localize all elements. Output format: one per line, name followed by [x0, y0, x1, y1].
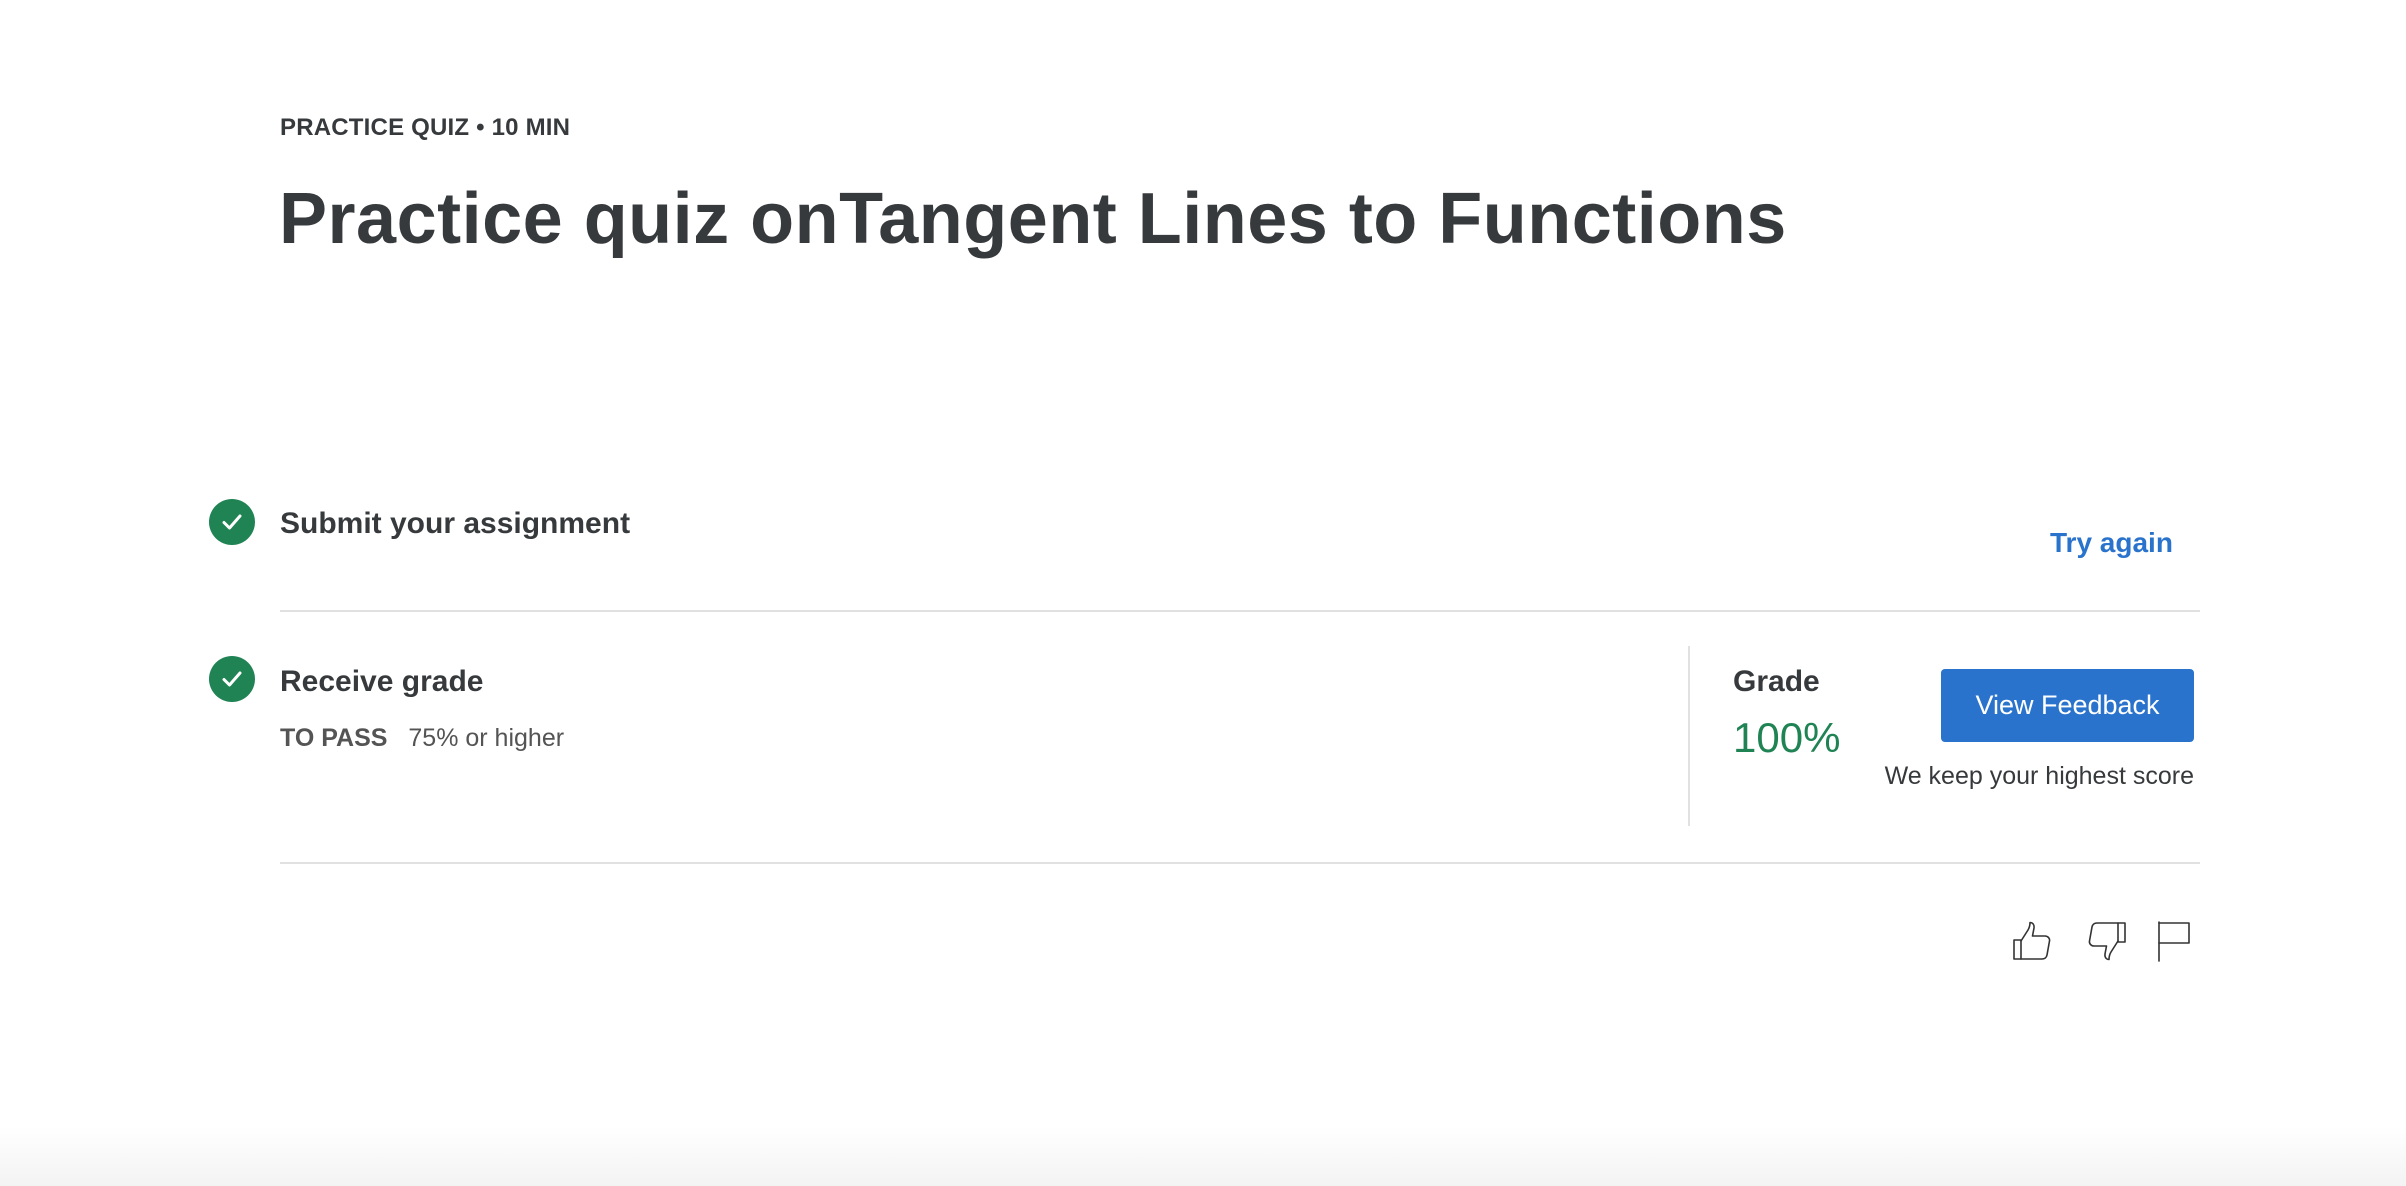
bottom-fade — [0, 1126, 2406, 1186]
pass-requirement: TO PASS 75% or higher — [280, 724, 564, 753]
quiz-eyebrow: PRACTICE QUIZ • 10 MIN — [280, 114, 571, 141]
flag-icon[interactable] — [2151, 918, 2197, 964]
thumbs-down-icon[interactable] — [2084, 918, 2130, 964]
checkmark-icon — [222, 514, 242, 530]
try-again-link[interactable]: Try again — [2050, 527, 2173, 559]
view-feedback-button[interactable]: View Feedback — [1941, 669, 2194, 742]
receive-grade-title: Receive grade — [280, 665, 484, 698]
checkmark-icon — [222, 671, 242, 687]
check-circle-icon — [209, 656, 255, 702]
thumbs-up-icon[interactable] — [2009, 918, 2055, 964]
highest-score-note: We keep your highest score — [1884, 762, 2194, 790]
submit-assignment-title: Submit your assignment — [280, 507, 631, 540]
pass-label: TO PASS — [280, 724, 388, 752]
section-divider — [280, 610, 2200, 612]
page-title: Practice quiz onTangent Lines to Functio… — [279, 179, 1787, 259]
check-circle-icon — [209, 499, 255, 545]
pass-value: 75% or higher — [408, 724, 565, 752]
grade-value: 100% — [1733, 714, 1841, 761]
section-divider — [280, 862, 2200, 864]
grade-divider — [1688, 646, 1690, 826]
grade-label: Grade — [1733, 665, 1820, 698]
